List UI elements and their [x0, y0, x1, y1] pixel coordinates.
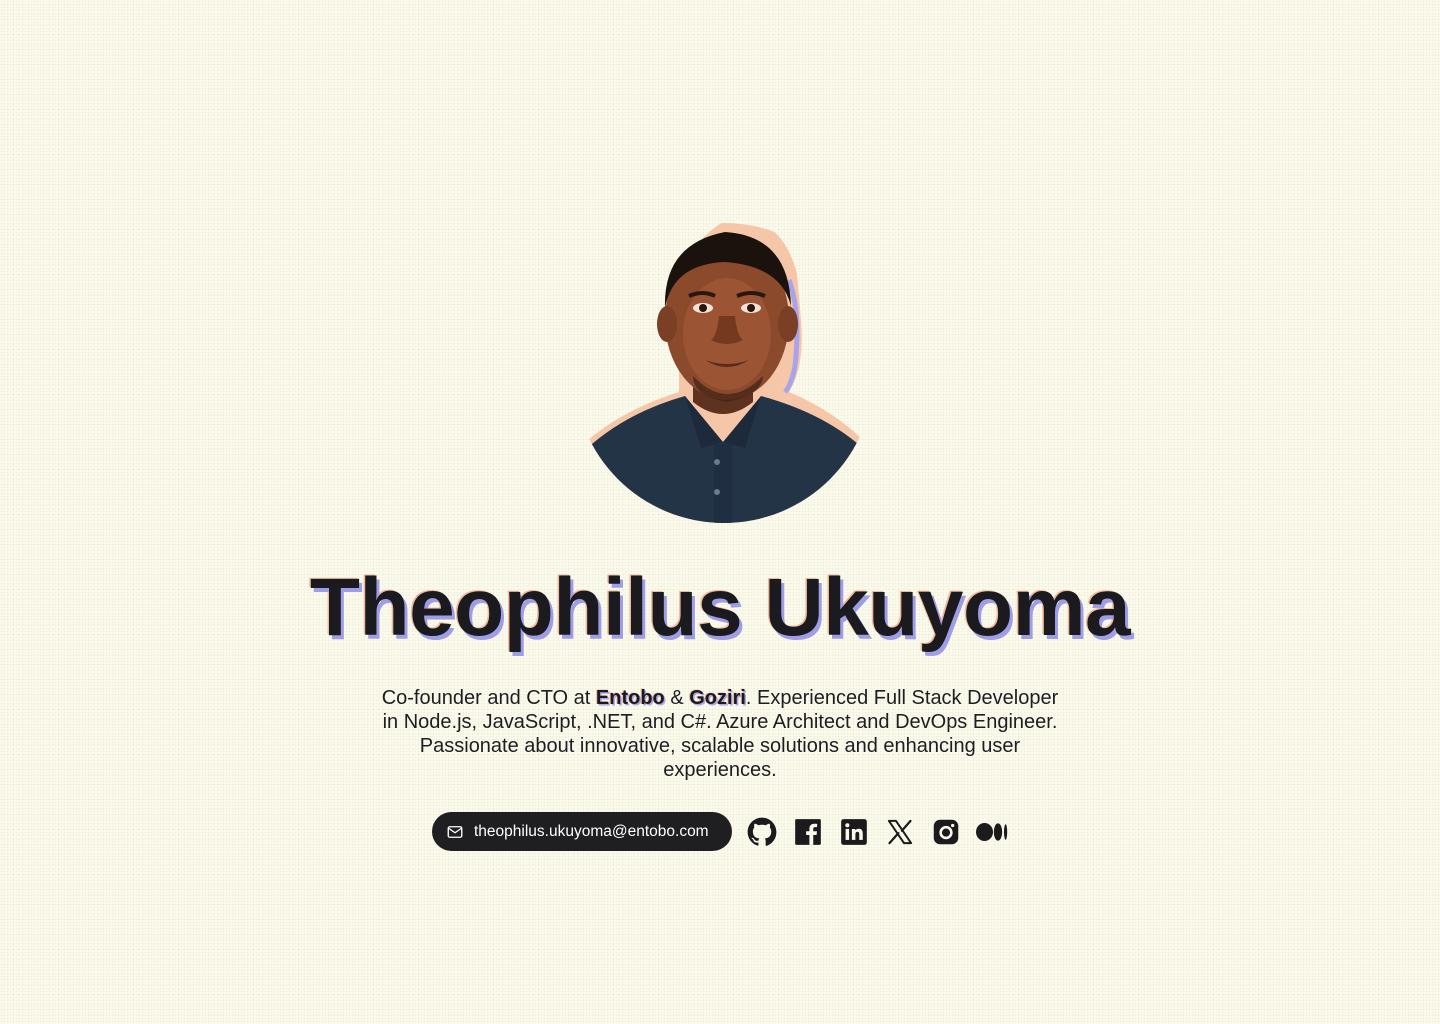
- instagram-icon: [932, 818, 960, 846]
- github-link[interactable]: [746, 816, 778, 848]
- email-button[interactable]: theophilus.ukuyoma@entobo.com: [432, 812, 732, 851]
- profile-page: Theophilus Ukuyoma Co-founder and CTO at…: [0, 0, 1440, 1024]
- mail-icon: [446, 823, 464, 841]
- email-address: theophilus.ukuyoma@entobo.com: [474, 822, 709, 840]
- contact-row: theophilus.ukuyoma@entobo.com: [432, 812, 1008, 851]
- bio-joiner: &: [664, 687, 690, 709]
- medium-link[interactable]: [976, 816, 1008, 848]
- bio-prefix: Co-founder and CTO at: [381, 687, 596, 709]
- facebook-icon: [794, 818, 822, 846]
- linkedin-link[interactable]: [838, 816, 870, 848]
- avatar: [575, 216, 871, 526]
- linkedin-icon: [840, 818, 868, 846]
- instagram-link[interactable]: [930, 816, 962, 848]
- profile-name: Theophilus Ukuyoma: [309, 562, 1131, 653]
- avatar-portrait: [575, 223, 871, 523]
- github-icon: [747, 817, 777, 847]
- bio-text: Co-founder and CTO at Entobo & Goziri. E…: [380, 686, 1060, 782]
- x-link[interactable]: [884, 816, 916, 848]
- x-icon: [886, 818, 914, 846]
- facebook-link[interactable]: [792, 816, 824, 848]
- company-link-entobo[interactable]: Entobo: [596, 687, 665, 709]
- company-link-goziri[interactable]: Goziri: [689, 687, 746, 709]
- medium-icon: [976, 821, 1008, 843]
